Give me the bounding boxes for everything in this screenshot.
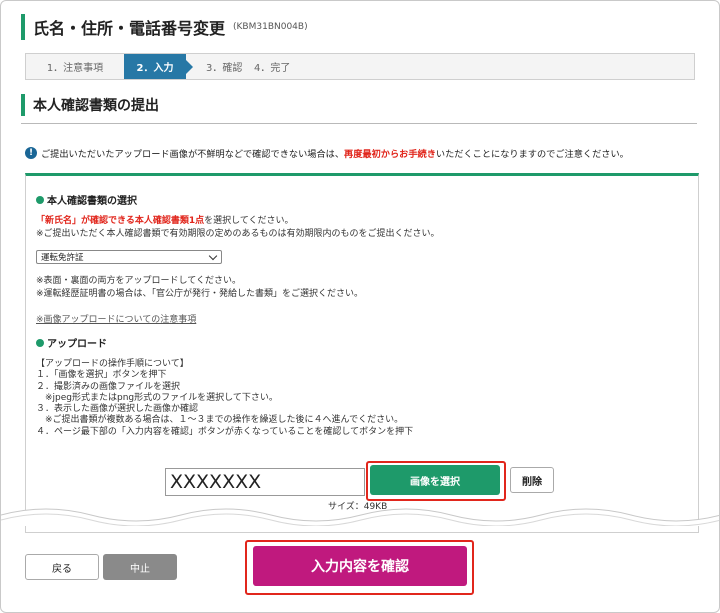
upload-panel: 本人確認書類の選択 「新氏名」が確認できる本人確認書類1点を選択してください。 … — [25, 173, 699, 533]
bullet-dot-icon — [36, 195, 44, 204]
document-heading: 本人確認書類の選択 — [36, 192, 137, 207]
exclamation-icon: ! — [25, 147, 37, 159]
page-title: 氏名・住所・電話番号変更 (KBM31BN004B) — [21, 14, 308, 40]
upload-procedure: 【アップロードの操作手順について】 １．「画像を選択」ボタンを押下 ２．撮影済み… — [36, 359, 414, 437]
both-sides-note: ※表面・裏面の両方をアップロードしてください。 — [36, 276, 242, 286]
delete-button[interactable]: 削除 — [510, 467, 554, 493]
cut-wave-divider — [1, 508, 719, 526]
progress-steps: 1．注意事項 2．入力 3．確認 4．完了 — [25, 53, 695, 80]
page-title-text: 氏名・住所・電話番号変更 — [33, 19, 226, 38]
select-image-button[interactable]: 画像を選択 — [370, 465, 500, 495]
file-name-field: XXXXXXX — [165, 468, 365, 496]
upload-heading: アップロード — [36, 335, 107, 350]
notice-text: ご提出いただいたアップロード画像が不鮮明などで確認できない場合は、再度最初からお… — [41, 149, 629, 160]
upload-caution-link[interactable]: ※画像アップロードについての注意事項 — [36, 312, 196, 325]
document-validity-note: ※ご提出いただく本人確認書類で有効期限の定めのあるものは有効期限内のものをご提出… — [36, 229, 440, 239]
confirm-input-button[interactable]: 入力内容を確認 — [253, 546, 467, 586]
step-input-active: 2．入力 — [124, 54, 193, 79]
back-button[interactable]: 戻る — [25, 554, 99, 580]
step-confirm: 3．確認 — [206, 63, 243, 74]
step-complete: 4．完了 — [254, 63, 291, 74]
document-type-select[interactable]: 運転免許証 — [36, 250, 222, 264]
section-title: 本人確認書類の提出 — [21, 94, 159, 116]
page-frame: 氏名・住所・電話番号変更 (KBM31BN004B) 1．注意事項 2．入力 3… — [0, 0, 720, 613]
cancel-button[interactable]: 中止 — [103, 554, 177, 580]
bullet-dot-icon — [36, 338, 44, 347]
chevron-down-icon — [208, 251, 218, 260]
driving-record-note: ※運転経歴証明書の場合は、「官公庁が発行・発給した書類」をご選択ください。 — [36, 289, 364, 299]
screen-code: (KBM31BN004B) — [233, 22, 308, 32]
document-instruction: 「新氏名」が確認できる本人確認書類1点を選択してください。 — [36, 216, 294, 226]
step-notes: 1．注意事項 — [46, 63, 104, 74]
notice: ! ご提出いただいたアップロード画像が不鮮明などで確認できない場合は、再度最初か… — [25, 146, 629, 160]
section-divider — [21, 123, 697, 124]
